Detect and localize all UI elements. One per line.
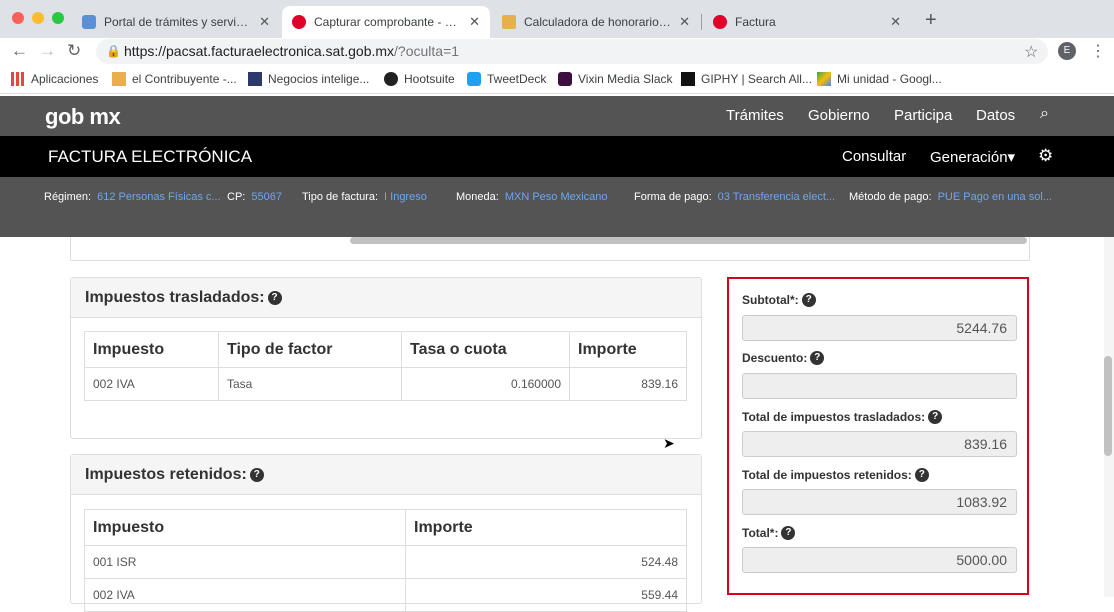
new-tab-button[interactable]: + (925, 9, 937, 32)
close-tab-icon[interactable]: ✕ (259, 14, 270, 30)
maximize-window-button[interactable] (52, 12, 64, 24)
google-drive-icon (817, 72, 831, 86)
hootsuite-icon (384, 72, 398, 86)
page-title: FACTURA ELECTRÓNICA (48, 147, 253, 166)
nav-datos[interactable]: Datos (976, 107, 1015, 124)
apps-grid-icon (11, 72, 25, 86)
bookmark-item[interactable]: Hootsuite (384, 72, 455, 86)
descuento-field[interactable] (742, 373, 1017, 399)
help-icon[interactable]: ? (801, 293, 816, 307)
browser-tab-active[interactable]: Capturar comprobante - Factur ✕ (282, 6, 490, 38)
nav-gobierno[interactable]: Gobierno (808, 107, 870, 124)
moneda-info: Moneda: MXN Peso Mexicano (456, 191, 608, 203)
panel-heading: Impuestos trasladados:? (71, 278, 701, 318)
bookmark-item[interactable]: Negocios intelige... (248, 72, 369, 86)
trasladados-table: Impuesto Tipo de factor Tasa o cuota Imp… (84, 331, 687, 401)
gob-mx-logo[interactable]: gob mx (45, 104, 121, 130)
table-header-row: Impuesto Importe (84, 509, 687, 546)
panel-heading: Impuestos retenidos:? (71, 455, 701, 495)
invoice-info-bar: Régimen: 612 Personas Físicas c... CP: 550… (0, 177, 1114, 237)
help-icon[interactable]: ? (914, 468, 929, 482)
url-input[interactable]: 🔒 https://pacsat.facturaelectronica.sat.… (96, 39, 1048, 64)
grid-favicon-icon (82, 15, 96, 29)
contribuyente-icon (112, 72, 126, 86)
menu-kebab-icon[interactable]: ⋮ (1090, 41, 1106, 61)
generacion-dropdown[interactable]: Generación▾ (930, 148, 1015, 166)
consultar-link[interactable]: Consultar (842, 148, 906, 165)
bookmark-item[interactable]: el Contribuyente -... (112, 72, 237, 86)
help-icon[interactable]: ? (267, 290, 282, 305)
help-icon[interactable]: ? (781, 526, 796, 540)
horizontal-scrollbar[interactable] (350, 237, 1027, 244)
subtotal-label: Subtotal*:? (742, 293, 816, 307)
gob-header: gob mx Trámites Gobierno Participa Datos… (0, 96, 1114, 136)
negocios-icon (248, 72, 262, 86)
bookmark-item[interactable]: TweetDeck (467, 72, 546, 86)
close-tab-icon[interactable]: ✕ (890, 14, 901, 30)
bookmark-item[interactable]: Mi unidad - Googl... (817, 72, 942, 86)
lock-icon: 🔒 (106, 44, 121, 58)
slack-icon (558, 72, 572, 86)
reload-icon[interactable]: ↻ (67, 41, 81, 61)
page-scrollbar-thumb[interactable] (1104, 356, 1112, 456)
address-bar-row: ← → ↻ 🔒 https://pacsat.facturaelectronic… (0, 38, 1114, 66)
bookmark-star-icon[interactable]: ☆ (1024, 42, 1038, 62)
browser-tab[interactable]: Portal de trámites y servicios - ✕ (72, 6, 280, 38)
help-icon[interactable]: ? (928, 410, 943, 424)
total-retenidos-label: Total de impuestos retenidos:? (742, 468, 929, 482)
nav-participa[interactable]: Participa (894, 107, 952, 124)
tipo-factura-info: Tipo de factura: I Ingreso (302, 191, 427, 203)
factura-header: FACTURA ELECTRÓNICA Consultar Generación… (0, 136, 1114, 177)
search-icon[interactable]: ⌕ (1040, 105, 1049, 123)
window-controls (12, 12, 64, 24)
browser-tab[interactable]: Factura ✕ (703, 6, 911, 38)
bookmark-item[interactable]: Vixin Media Slack (558, 72, 673, 86)
back-arrow-icon[interactable]: ← (11, 41, 28, 61)
descuento-label: Descuento:? (742, 351, 825, 365)
table-row: 002 IVA 559.44 (84, 578, 687, 612)
help-icon[interactable]: ? (810, 351, 825, 365)
nav-tramites[interactable]: Trámites (726, 107, 784, 124)
subtotal-field[interactable]: 5244.76 (742, 315, 1017, 341)
table-row: 001 ISR 524.48 (84, 545, 687, 579)
browser-tab-strip: Portal de trámites y servicios - ✕ Captu… (0, 0, 1114, 38)
contribuyente-favicon-icon (502, 15, 516, 29)
tab-separator (701, 14, 702, 30)
cp-info: CP: 55067 (227, 191, 282, 203)
forward-arrow-icon[interactable]: → (39, 41, 56, 61)
sat-favicon-icon (292, 15, 306, 29)
profile-avatar[interactable]: E (1058, 42, 1076, 60)
bookmark-item[interactable]: GIPHY | Search All... (681, 72, 812, 86)
tweetdeck-icon (467, 72, 481, 86)
close-window-button[interactable] (12, 12, 24, 24)
close-tab-icon[interactable]: ✕ (679, 14, 690, 30)
bookmark-apps[interactable]: Aplicaciones (11, 72, 98, 86)
close-tab-icon[interactable]: ✕ (469, 14, 480, 30)
total-trasladados-field[interactable]: 839.16 (742, 431, 1017, 457)
total-field[interactable]: 5000.00 (742, 547, 1017, 573)
bookmarks-bar: Aplicaciones el Contribuyente -... Negoc… (0, 66, 1114, 94)
minimize-window-button[interactable] (32, 12, 44, 24)
table-row: 002 IVA Tasa 0.160000 839.16 (84, 367, 687, 401)
help-icon[interactable]: ? (249, 467, 264, 482)
regimen-info: Régimen: 612 Personas Físicas c... (44, 191, 221, 203)
mouse-cursor-icon: ➤ (663, 435, 675, 451)
browser-tab[interactable]: Calculadora de honorarios | el ✕ (492, 6, 700, 38)
metodo-pago-info: Método de pago: PUE Pago en una sol... (849, 191, 1052, 203)
gear-icon[interactable]: ⚙ (1038, 146, 1053, 166)
total-retenidos-field[interactable]: 1083.92 (742, 489, 1017, 515)
giphy-icon (681, 72, 695, 86)
total-trasladados-label: Total de impuestos trasladados:? (742, 410, 943, 424)
forma-pago-info: Forma de pago: 03 Transferencia elect... (634, 191, 836, 203)
sat-favicon-icon (713, 15, 727, 29)
total-label: Total*:? (742, 526, 796, 540)
table-header-row: Impuesto Tipo de factor Tasa o cuota Imp… (84, 331, 687, 368)
